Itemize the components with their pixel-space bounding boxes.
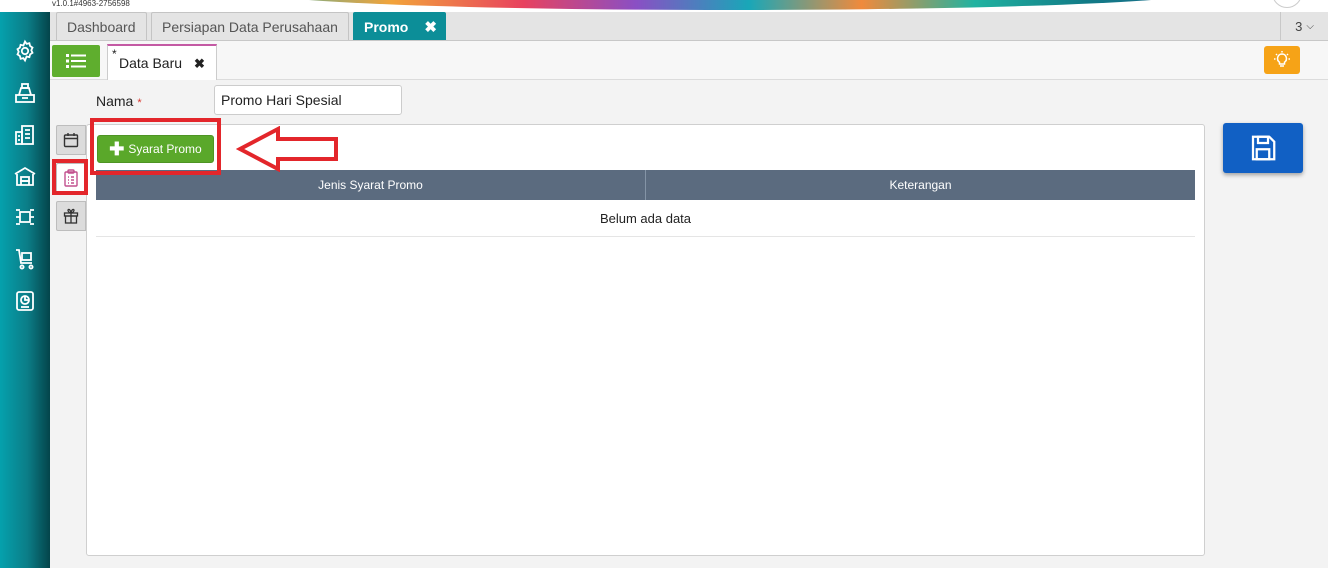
warehouse-icon[interactable] bbox=[12, 163, 38, 189]
list-menu-button[interactable] bbox=[52, 45, 100, 77]
vtab-calendar[interactable] bbox=[56, 125, 86, 155]
version-label: v1.0.1#4963-2756598 bbox=[52, 0, 130, 8]
column-header-keterangan[interactable]: Keterangan bbox=[646, 170, 1195, 200]
sub-toolbar: * Data Baru ✖ bbox=[50, 41, 1328, 80]
tab-label: Promo bbox=[364, 18, 409, 35]
transfer-icon[interactable] bbox=[12, 204, 38, 230]
tab-persiapan-data-perusahaan[interactable]: Persiapan Data Perusahaan bbox=[151, 12, 349, 40]
vtab-clipboard[interactable] bbox=[56, 163, 86, 193]
empty-state-text: Belum ada data bbox=[96, 200, 1195, 237]
list-icon bbox=[66, 54, 86, 68]
nama-label: Nama * bbox=[96, 93, 142, 109]
chevron-down-icon: ⌵ bbox=[1306, 20, 1314, 32]
plus-icon: ✚ bbox=[109, 139, 125, 159]
sidebar bbox=[0, 12, 50, 568]
syarat-promo-panel: ✚ Syarat Promo Jenis Syarat Promo Ketera… bbox=[86, 124, 1205, 556]
add-button-label: Syarat Promo bbox=[128, 142, 202, 156]
tab-dashboard[interactable]: Dashboard bbox=[56, 12, 147, 40]
close-icon[interactable]: ✖ bbox=[424, 18, 437, 36]
lightbulb-button[interactable] bbox=[1264, 46, 1300, 74]
top-banner: v1.0.1#4963-2756598 Nurhalizah Putri bbox=[0, 0, 1328, 12]
clipboard-icon bbox=[64, 169, 78, 187]
cart-icon[interactable] bbox=[12, 246, 38, 272]
tab-label: Dashboard bbox=[67, 18, 136, 35]
close-icon[interactable]: ✖ bbox=[194, 56, 205, 72]
calendar-icon bbox=[63, 133, 79, 148]
cashier-icon[interactable] bbox=[12, 80, 38, 106]
subtab-data-baru[interactable]: * Data Baru ✖ bbox=[107, 44, 217, 80]
add-syarat-promo-button[interactable]: ✚ Syarat Promo bbox=[97, 135, 214, 163]
column-header-jenis-syarat-promo[interactable]: Jenis Syarat Promo bbox=[96, 170, 646, 200]
save-icon bbox=[1251, 135, 1276, 161]
lightbulb-icon bbox=[1274, 51, 1290, 67]
required-marker: * bbox=[137, 97, 142, 109]
report-icon[interactable] bbox=[12, 288, 38, 314]
syarat-promo-grid: Jenis Syarat Promo Keterangan Belum ada … bbox=[96, 170, 1195, 237]
tab-count-label: 3 bbox=[1295, 18, 1303, 34]
tab-overflow-menu[interactable]: 3 ⌵ bbox=[1280, 12, 1328, 40]
save-button[interactable] bbox=[1223, 123, 1303, 173]
vtab-gift[interactable] bbox=[56, 201, 86, 231]
content-area: * Data Baru ✖ Nama* ✚ Syarat Promo Jenis… bbox=[50, 41, 1328, 568]
nama-label-text: Nama bbox=[96, 93, 134, 109]
banner-decoration bbox=[260, 0, 1200, 10]
user-name: Nurhalizah Putri bbox=[1174, 0, 1253, 9]
annotation-arrow-icon bbox=[236, 126, 338, 172]
modified-marker: * bbox=[112, 47, 117, 61]
grid-header: Jenis Syarat Promo Keterangan bbox=[96, 170, 1195, 200]
tab-promo[interactable]: Promo ✖ bbox=[353, 12, 446, 40]
building-icon[interactable] bbox=[12, 122, 38, 148]
tab-label: Persiapan Data Perusahaan bbox=[162, 18, 338, 35]
avatar[interactable] bbox=[1272, 0, 1302, 8]
subtab-label: Data Baru bbox=[119, 55, 183, 71]
gift-icon bbox=[63, 208, 79, 224]
main-tabs: Dashboard Persiapan Data Perusahaan Prom… bbox=[50, 12, 1328, 41]
gear-icon[interactable] bbox=[12, 38, 38, 64]
nama-input[interactable] bbox=[214, 85, 402, 115]
